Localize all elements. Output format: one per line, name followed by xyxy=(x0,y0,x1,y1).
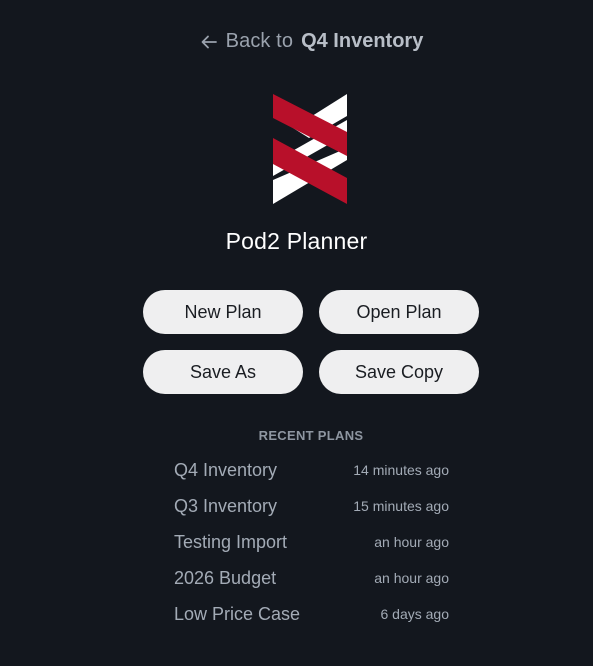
recent-plans-heading: RECENT PLANS xyxy=(258,428,364,443)
app-logo xyxy=(273,94,349,204)
back-link-target: Q4 Inventory xyxy=(301,30,424,52)
recent-plan-name: Q4 Inventory xyxy=(174,459,278,480)
recent-plan-time: 15 minutes ago xyxy=(353,498,449,514)
save-as-button[interactable]: Save As xyxy=(143,350,303,394)
recent-plan-time: 14 minutes ago xyxy=(353,462,449,478)
recent-plan-name: Q3 Inventory xyxy=(174,495,278,516)
app-title: Pod2 Planner xyxy=(225,228,368,254)
recent-plan-item[interactable]: Low Price Case 6 days ago xyxy=(174,596,449,632)
recent-plan-item[interactable]: Q4 Inventory 14 minutes ago xyxy=(174,452,449,488)
arrow-left-icon xyxy=(200,33,218,51)
start-page: Back to Q4 Inventory Pod2 Planner New Pl… xyxy=(0,0,593,666)
recent-plan-item[interactable]: Testing Import an hour ago xyxy=(174,524,449,560)
recent-plan-time: 6 days ago xyxy=(380,606,450,622)
recent-plan-item[interactable]: Q3 Inventory 15 minutes ago xyxy=(174,488,449,524)
save-copy-button[interactable]: Save Copy xyxy=(319,350,479,394)
open-plan-button[interactable]: Open Plan xyxy=(319,290,479,334)
recent-plan-name: Testing Import xyxy=(174,531,288,552)
recent-plan-name: Low Price Case xyxy=(174,603,301,624)
back-link[interactable]: Back to Q4 Inventory xyxy=(0,30,593,57)
back-link-prefix: Back to xyxy=(225,30,294,52)
recent-plan-time: an hour ago xyxy=(374,570,449,586)
new-plan-button[interactable]: New Plan xyxy=(143,290,303,334)
recent-plans-list: Q4 Inventory 14 minutes ago Q3 Inventory… xyxy=(174,452,449,632)
recent-plan-item[interactable]: 2026 Budget an hour ago xyxy=(174,560,449,596)
recent-plan-name: 2026 Budget xyxy=(174,567,277,588)
recent-plan-time: an hour ago xyxy=(374,534,449,550)
